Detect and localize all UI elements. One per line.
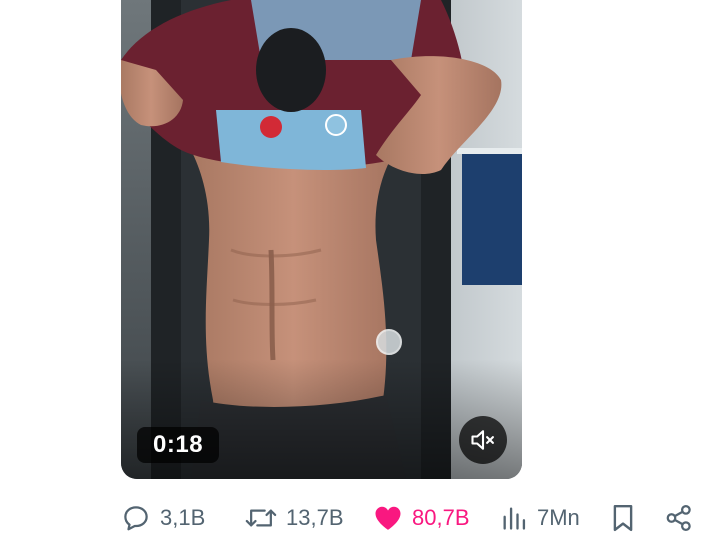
repost-count: 13,7B [286,505,344,530]
tweet-video-player[interactable]: 0:18 [121,0,522,479]
views-button[interactable]: 7Mn [500,496,580,540]
views-bar-chart-icon [503,507,526,530]
reply-count: 3,1B [160,505,206,530]
share-icon [666,505,691,531]
like-button[interactable]: 80,7B [373,496,470,540]
reply-button[interactable]: 3,1B [121,496,205,540]
tweet-action-bar: 3,1B 13,7B 80,7B 7Mn [0,496,720,540]
heart-filled-icon [375,506,401,530]
video-duration-label: 0:18 [153,431,204,458]
video-duration-badge: 0:18 [137,427,220,463]
repost-button[interactable]: 13,7B [245,496,344,540]
views-count: 7Mn [537,505,580,530]
reply-icon [124,506,148,531]
like-count: 80,7B [412,505,470,530]
bookmark-button[interactable] [609,496,637,540]
repost-icon [245,509,277,527]
video-frame [121,0,522,479]
unmute-button[interactable] [459,416,507,464]
bookmark-icon [613,504,633,532]
share-button[interactable] [664,496,694,540]
speaker-muted-icon [471,430,494,450]
